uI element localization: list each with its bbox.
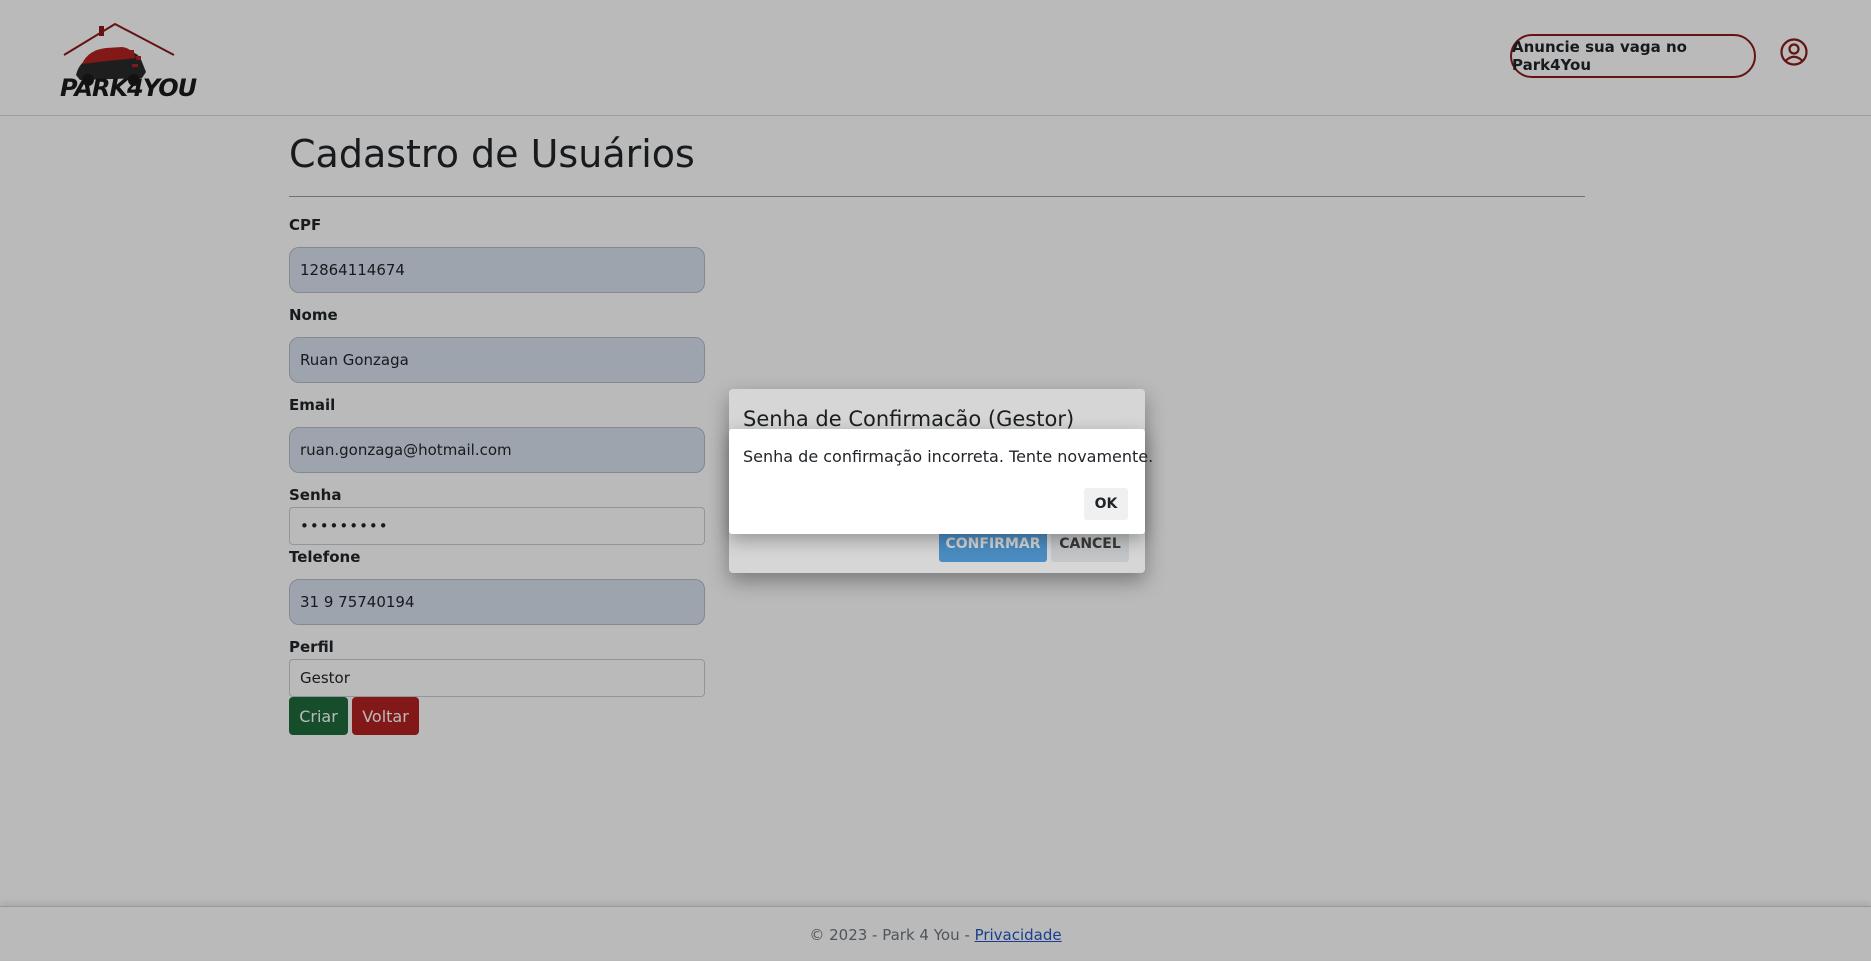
ok-button[interactable]: OK	[1084, 488, 1128, 520]
alert-message: Senha de confirmação incorreta. Tente no…	[743, 447, 1154, 466]
error-alert-dialog: Senha de confirmação incorreta. Tente no…	[729, 429, 1153, 534]
